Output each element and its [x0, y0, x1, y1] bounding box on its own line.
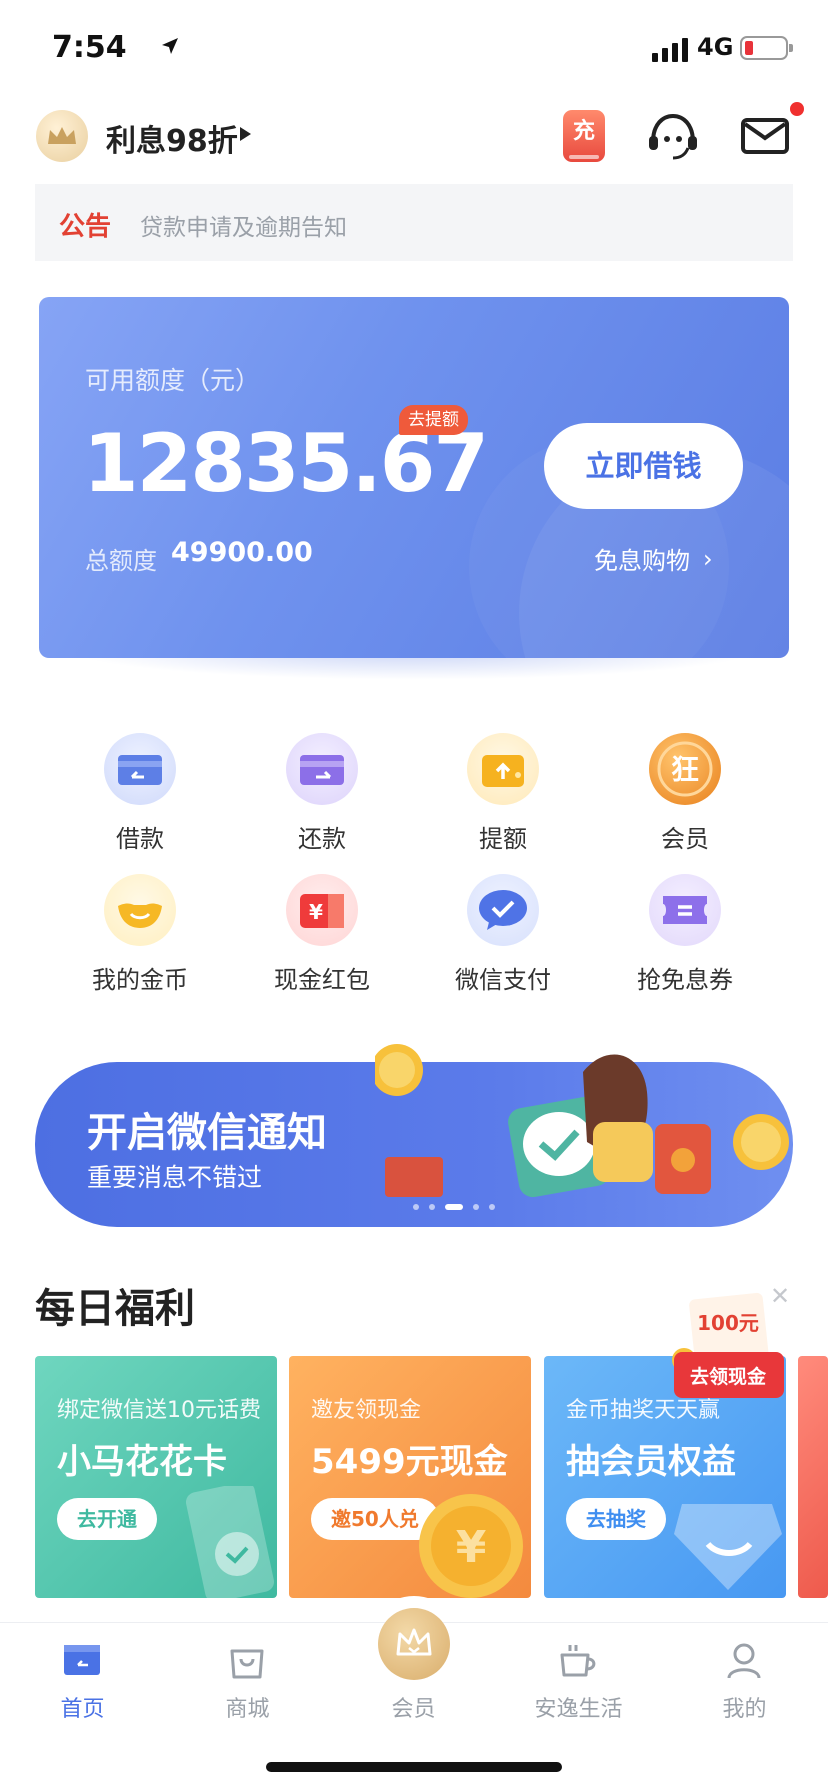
coupon-icon [649, 874, 721, 946]
crown-icon [48, 127, 76, 144]
red-packet-icon: ¥ [286, 874, 358, 946]
phone-wechat-icon [185, 1486, 275, 1598]
tab-mall[interactable]: 商城 [165, 1623, 330, 1733]
tab-label: 商城 [225, 1697, 270, 1722]
unread-dot [790, 102, 804, 116]
grid-item-red-packet[interactable]: ¥ 现金红包 [247, 874, 397, 994]
grid-item-label: 借款 [116, 825, 164, 853]
borrow-now-button[interactable]: 立即借钱 [544, 423, 743, 509]
grid-item-label: 我的金币 [92, 966, 188, 994]
recharge-icon[interactable]: 充 [563, 110, 605, 162]
svg-text:100元: 100元 [697, 1311, 759, 1335]
banner-title: 开启微信通知 [87, 1110, 327, 1156]
grid-item-vip[interactable]: 狂 会员 [610, 733, 760, 853]
card-borrow-icon [104, 733, 176, 805]
draw-button[interactable]: 去抽奖 [566, 1498, 666, 1540]
smile-gem-icon [674, 1504, 782, 1590]
grid-item-repay[interactable]: 还款 [247, 733, 397, 853]
promo-subtitle: 邀友领现金 [311, 1398, 422, 1423]
status-time: 7:54 [52, 30, 127, 65]
chevron-right-icon[interactable]: › [703, 545, 713, 573]
triangle-right-icon[interactable] [240, 127, 251, 141]
home-indicator [266, 1762, 562, 1772]
raise-limit-badge[interactable]: 去提额 [399, 405, 468, 435]
battery-icon [740, 36, 793, 60]
tab-label: 安逸生活 [534, 1697, 623, 1722]
promo-subtitle: 绑定微信送10元话费 [57, 1398, 261, 1423]
grid-item-label: 还款 [298, 825, 346, 853]
interest-free-shopping-link[interactable]: 免息购物 [594, 541, 690, 576]
tab-label: 我的 [722, 1697, 767, 1722]
cash-red-packet-sticker[interactable]: 100元 去领现金 [670, 1290, 785, 1408]
status-bar: 7:54 4G [0, 0, 828, 100]
member-crown-avatar[interactable] [36, 110, 88, 162]
promo-card-invite[interactable]: 邀友领现金 5499元现金 邀50人兑 ¥ [289, 1356, 531, 1598]
wechat-notify-banner[interactable]: 开启微信通知 重要消息不错过 [35, 1044, 793, 1227]
promo-title: 抽会员权益 [566, 1442, 736, 1482]
grid-item-label: 会员 [661, 825, 709, 853]
mail-icon[interactable] [741, 116, 789, 156]
announcement-bar[interactable]: 公告 贷款申请及逾期告知 [35, 184, 793, 261]
grid-item-coupon[interactable]: 抢免息券 [610, 874, 760, 994]
grid-item-gold-coins[interactable]: 我的金币 [65, 874, 215, 994]
announcement-text[interactable]: 贷款申请及逾期告知 [140, 208, 347, 242]
member-discount-text[interactable]: 利息98折 [106, 116, 238, 160]
svg-text:狂: 狂 [671, 753, 699, 786]
vip-crown-icon: 狂 [649, 733, 721, 805]
credit-limit-card: 可用额度（元） 12835.67 去提额 立即借钱 总额度 49900.00 免… [39, 297, 789, 658]
home-icon [64, 1645, 100, 1675]
tab-mine[interactable]: 我的 [662, 1623, 827, 1733]
promo-card-huahua[interactable]: 绑定微信送10元话费 小马花花卡 去开通 [35, 1356, 277, 1598]
tab-leisure-life[interactable]: 安逸生活 [496, 1623, 661, 1733]
tab-label: 首页 [60, 1697, 105, 1722]
wallet-raise-icon [467, 733, 539, 805]
tab-home[interactable]: 首页 [0, 1623, 165, 1733]
customer-service-icon[interactable] [647, 112, 699, 162]
gold-ingot-icon [104, 874, 176, 946]
grid-item-label: 现金红包 [274, 966, 370, 994]
location-arrow-icon [162, 38, 178, 54]
banner-subtitle: 重要消息不错过 [87, 1163, 263, 1192]
svg-text:去领现金: 去领现金 [690, 1365, 767, 1388]
card-repay-icon [286, 733, 358, 805]
grid-item-label: 提额 [479, 825, 527, 853]
signal-icon [652, 38, 688, 62]
network-type: 4G [697, 33, 734, 61]
total-limit-amount: 49900.00 [171, 537, 313, 568]
total-limit-label: 总额度 [85, 547, 157, 575]
promo-title: 小马花花卡 [57, 1442, 227, 1482]
grid-item-label: 抢免息券 [637, 966, 733, 994]
vip-crown-icon[interactable] [378, 1608, 450, 1680]
gold-coin-icon: ¥ [419, 1494, 523, 1598]
wechat-check-icon [467, 874, 539, 946]
grid-item-label: 微信支付 [455, 966, 551, 994]
announcement-tag: 公告 [59, 212, 112, 242]
promo-card-partial[interactable] [798, 1356, 828, 1598]
available-limit-label: 可用额度（元） [85, 366, 261, 395]
grid-item-wechat-pay[interactable]: 微信支付 [428, 874, 578, 994]
grid-item-raise[interactable]: 提额 [428, 733, 578, 853]
coffee-cup-icon [560, 1645, 596, 1677]
grid-item-borrow[interactable]: 借款 [65, 733, 215, 853]
shopping-bag-icon [230, 1649, 264, 1679]
banner-illustration [375, 1044, 789, 1198]
person-icon [727, 1643, 761, 1679]
activate-button[interactable]: 去开通 [57, 1498, 157, 1540]
recharge-icon-text: 充 [572, 119, 595, 144]
svg-text:¥: ¥ [309, 900, 323, 924]
tab-label: 会员 [391, 1697, 436, 1722]
daily-benefits-title: 每日福利 [35, 1286, 195, 1332]
svg-text:¥: ¥ [456, 1522, 487, 1573]
